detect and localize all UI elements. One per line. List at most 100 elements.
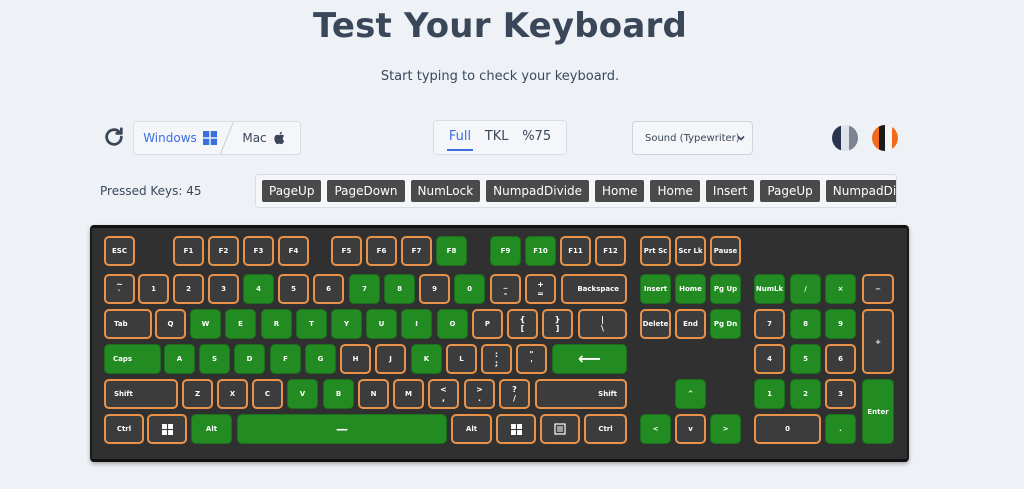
key-lalt[interactable]: Alt — [191, 414, 232, 444]
key-np7[interactable]: 7 — [754, 309, 785, 339]
key-d4[interactable]: 4 — [243, 274, 274, 304]
key-h[interactable]: H — [340, 344, 371, 374]
key-end[interactable]: End — [675, 309, 706, 339]
sound-select[interactable]: Sound (Typewriter) — [632, 121, 753, 155]
key-d7[interactable]: 7 — [349, 274, 380, 304]
key-f5[interactable]: F5 — [331, 236, 362, 266]
key-y[interactable]: Y — [331, 309, 362, 339]
key-home[interactable]: Home — [675, 274, 706, 304]
key-backslash[interactable]: | \ — [578, 309, 627, 339]
key-d0[interactable]: 0 — [454, 274, 485, 304]
key-npsub[interactable]: − — [862, 274, 894, 304]
key-lbracket[interactable]: {[ — [507, 309, 538, 339]
key-semicolon[interactable]: :; — [481, 344, 512, 374]
key-arrowdown[interactable]: v — [675, 414, 706, 444]
key-lshift[interactable]: Shift — [104, 379, 178, 409]
key-ralt[interactable]: Alt — [451, 414, 492, 444]
key-t[interactable]: T — [296, 309, 327, 339]
key-d5[interactable]: 5 — [278, 274, 309, 304]
key-np9[interactable]: 9 — [825, 309, 856, 339]
key-d3[interactable]: 3 — [208, 274, 239, 304]
key-lwin[interactable] — [147, 414, 187, 444]
key-slash[interactable]: ? / — [499, 379, 530, 409]
key-j[interactable]: J — [375, 344, 406, 374]
key-pgup[interactable]: Pg Up — [710, 274, 741, 304]
key-npmul[interactable]: × — [825, 274, 856, 304]
key-np1[interactable]: 1 — [754, 379, 785, 409]
key-rctrl[interactable]: Ctrl — [584, 414, 627, 444]
key-arrowleft[interactable]: < — [640, 414, 671, 444]
key-f10[interactable]: F10 — [525, 236, 556, 266]
layout-option-full[interactable]: Full — [446, 129, 474, 151]
key-space[interactable]: — — [237, 414, 447, 444]
key-g[interactable]: G — [305, 344, 336, 374]
key-rshift[interactable]: Shift — [535, 379, 627, 409]
key-o[interactable]: O — [437, 309, 468, 339]
key-f3[interactable]: F3 — [243, 236, 274, 266]
key-comma[interactable]: <, — [428, 379, 459, 409]
key-u[interactable]: U — [366, 309, 397, 339]
key-f9[interactable]: F9 — [490, 236, 521, 266]
key-f1[interactable]: F1 — [173, 236, 204, 266]
key-f[interactable]: F — [270, 344, 301, 374]
key-e[interactable]: E — [225, 309, 256, 339]
key-p[interactable]: P — [472, 309, 503, 339]
key-d8[interactable]: 8 — [384, 274, 415, 304]
key-rwin[interactable] — [496, 414, 536, 444]
key-f12[interactable]: F12 — [595, 236, 626, 266]
key-delete[interactable]: Delete — [640, 309, 671, 339]
key-equal[interactable]: + = — [525, 274, 556, 304]
key-f4[interactable]: F4 — [278, 236, 309, 266]
key-minus[interactable]: _ - — [490, 274, 521, 304]
os-option-mac[interactable]: Mac — [227, 122, 300, 154]
key-d1[interactable]: 1 — [138, 274, 169, 304]
key-quote[interactable]: " ' — [516, 344, 547, 374]
key-pgdn[interactable]: Pg Dn — [710, 309, 741, 339]
key-npadd[interactable]: + — [862, 309, 894, 374]
key-np3[interactable]: 3 — [825, 379, 856, 409]
key-z[interactable]: Z — [182, 379, 213, 409]
key-period[interactable]: >. — [464, 379, 495, 409]
key-pause[interactable]: Pause — [710, 236, 741, 266]
key-rbracket[interactable]: }] — [542, 309, 573, 339]
key-np6[interactable]: 6 — [825, 344, 856, 374]
key-npenter[interactable]: Enter — [862, 379, 894, 444]
key-f6[interactable]: F6 — [366, 236, 397, 266]
key-np4[interactable]: 4 — [754, 344, 785, 374]
key-d9[interactable]: 9 — [419, 274, 450, 304]
key-f2[interactable]: F2 — [208, 236, 239, 266]
key-arrowup[interactable]: ^ — [675, 379, 706, 409]
key-esc[interactable]: ESC — [104, 236, 135, 266]
os-option-windows[interactable]: Windows — [134, 122, 226, 154]
theme-option-dark-gray[interactable] — [832, 125, 858, 151]
key-d[interactable]: D — [234, 344, 265, 374]
key-npdiv[interactable]: / — [790, 274, 821, 304]
key-numlk[interactable]: NumLk — [754, 274, 785, 304]
key-w[interactable]: W — [190, 309, 221, 339]
key-l[interactable]: L — [446, 344, 477, 374]
layout-option-75[interactable]: %75 — [522, 129, 551, 146]
key-np0[interactable]: 0 — [754, 414, 821, 444]
key-a[interactable]: A — [164, 344, 195, 374]
key-arrowright[interactable]: > — [710, 414, 741, 444]
key-tab[interactable]: Tab — [104, 309, 152, 339]
key-q[interactable]: Q — [155, 309, 186, 339]
key-np5[interactable]: 5 — [790, 344, 821, 374]
key-x[interactable]: X — [217, 379, 248, 409]
reset-button[interactable] — [101, 124, 127, 150]
key-c[interactable]: C — [252, 379, 283, 409]
key-menu[interactable] — [540, 414, 580, 444]
key-k[interactable]: K — [411, 344, 442, 374]
key-f8[interactable]: F8 — [436, 236, 467, 266]
key-n[interactable]: N — [358, 379, 389, 409]
key-m[interactable]: M — [393, 379, 424, 409]
key-insert[interactable]: Insert — [640, 274, 671, 304]
key-np8[interactable]: 8 — [790, 309, 821, 339]
key-scrlk[interactable]: Scr Lk — [675, 236, 706, 266]
key-b[interactable]: B — [323, 379, 354, 409]
key-caps[interactable]: Caps — [104, 344, 161, 374]
key-lctrl[interactable]: Ctrl — [104, 414, 144, 444]
key-r[interactable]: R — [261, 309, 292, 339]
key-f11[interactable]: F11 — [560, 236, 591, 266]
key-f7[interactable]: F7 — [401, 236, 432, 266]
